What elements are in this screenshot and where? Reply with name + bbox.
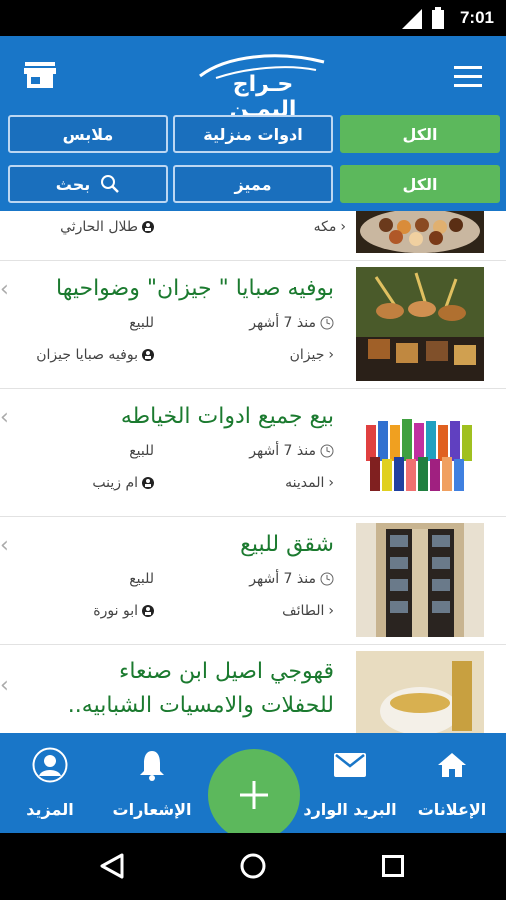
list-item[interactable]: ‹مكه طلال الحارثي <box>0 211 506 261</box>
filter-featured[interactable]: مميز <box>173 165 333 203</box>
listing-title: بوفيه صبايا " جيزان" وضواحيها <box>55 276 334 301</box>
list-item[interactable]: ‹ بيع جميع ادوات الخياطه منذ 7 أشهر للبي… <box>0 389 506 517</box>
listing-user: ام زينب <box>92 475 138 491</box>
bottom-nav: الإعلانات البريد الوارد الإشعارات المزيد <box>0 733 506 841</box>
hamburger-menu-icon[interactable] <box>454 66 482 88</box>
filter-household[interactable]: ادوات منزلية <box>173 115 333 153</box>
profile-icon <box>32 747 68 783</box>
listing-city: مكه <box>313 219 337 235</box>
user-icon <box>142 477 154 489</box>
listing-time: منذ 7 أشهر <box>249 443 316 459</box>
back-icon[interactable] <box>100 853 124 879</box>
nav-notifications-label: الإشعارات <box>112 800 192 819</box>
listing-title: بيع جميع ادوات الخياطه <box>120 404 334 429</box>
nav-more-label: المزيد <box>26 800 74 819</box>
recents-icon[interactable] <box>382 855 404 877</box>
listing-type: للبيع <box>129 315 154 331</box>
filter-all-category[interactable]: الكل <box>340 115 500 153</box>
search-label: بحث <box>55 174 91 194</box>
listing-type: للبيع <box>129 443 154 459</box>
listing-city: جيزان <box>289 347 325 363</box>
system-nav-bar <box>0 833 506 900</box>
nav-ads[interactable]: الإعلانات <box>402 733 502 833</box>
listing-city: الطائف <box>282 603 325 619</box>
nav-inbox[interactable]: البريد الوارد <box>298 733 402 833</box>
clock-icon <box>320 572 334 586</box>
store-icon[interactable] <box>24 60 56 90</box>
chevron-left-icon: ‹ <box>0 533 9 558</box>
chevron-left-icon: ‹ <box>0 673 9 698</box>
listings: ‹مكه طلال الحارثي ‹ بوفيه صبايا " جيزان"… <box>0 211 506 733</box>
filter-clothes[interactable]: ملابس <box>8 115 168 153</box>
listing-time: منذ 7 أشهر <box>249 315 316 331</box>
listing-user: ابو نورة <box>93 603 138 619</box>
listing-time: منذ 7 أشهر <box>249 571 316 587</box>
chevron-left-icon: ‹ <box>340 219 346 235</box>
listing-image <box>356 211 484 253</box>
listing-image <box>356 523 484 637</box>
listing-city: المدينه <box>285 475 325 491</box>
chevron-left-icon: ‹ <box>328 347 334 363</box>
clock-icon <box>320 316 334 330</box>
nav-more[interactable]: المزيد <box>0 733 100 833</box>
user-icon <box>142 605 154 617</box>
chevron-left-icon: ‹ <box>0 405 9 430</box>
list-item[interactable]: ‹ شقق للبيع منذ 7 أشهر للبيع ‹الطائف ابو… <box>0 517 506 645</box>
listing-user: بوفيه صبايا جيزان <box>36 347 138 363</box>
user-icon <box>142 349 154 361</box>
listing-image <box>356 267 484 381</box>
plus-icon <box>240 781 268 809</box>
search-icon <box>101 175 120 193</box>
user-icon <box>142 221 154 233</box>
listing-title-line1: قهوجي اصيل ابن صنعاء <box>119 659 334 684</box>
clock-icon <box>320 444 334 458</box>
mail-icon <box>334 753 366 777</box>
nav-notifications[interactable]: الإشعارات <box>102 733 202 833</box>
home-circle-icon[interactable] <box>240 853 266 879</box>
listing-title: قهوجي اصيل ابن صنعاء للحفلات والامسيات ا… <box>14 655 334 723</box>
filter-all-type[interactable]: الكل <box>340 165 500 203</box>
listing-image <box>356 395 484 509</box>
chevron-left-icon: ‹ <box>328 475 334 491</box>
listing-image <box>356 651 484 733</box>
list-item[interactable]: ‹ قهوجي اصيل ابن صنعاء للحفلات والامسيات… <box>0 645 506 733</box>
app-bar: حـراج اليمـن ملابس ادوات منزلية الكل بحث… <box>0 36 506 211</box>
listing-title: شقق للبيع <box>240 532 334 557</box>
signal-icon <box>402 9 422 29</box>
home-icon <box>438 753 466 777</box>
listing-title-line2: للحفلات والامسيات الشبابيه.. <box>67 693 334 718</box>
add-listing-button[interactable] <box>208 749 300 841</box>
listing-type: للبيع <box>129 571 154 587</box>
battery-icon <box>432 7 444 29</box>
nav-ads-label: الإعلانات <box>417 800 487 819</box>
list-item[interactable]: ‹ بوفيه صبايا " جيزان" وضواحيها منذ 7 أش… <box>0 261 506 389</box>
search-button[interactable]: بحث <box>8 165 168 203</box>
clock: 7:01 <box>459 8 494 27</box>
app-logo: حـراج اليمـن <box>196 52 330 122</box>
chevron-left-icon: ‹ <box>328 603 334 619</box>
chevron-left-icon: ‹ <box>0 277 9 302</box>
nav-inbox-label: البريد الوارد <box>303 800 397 819</box>
bell-icon <box>140 751 164 781</box>
listing-user: طلال الحارثي <box>60 219 138 235</box>
status-bar: 7:01 <box>0 0 506 36</box>
